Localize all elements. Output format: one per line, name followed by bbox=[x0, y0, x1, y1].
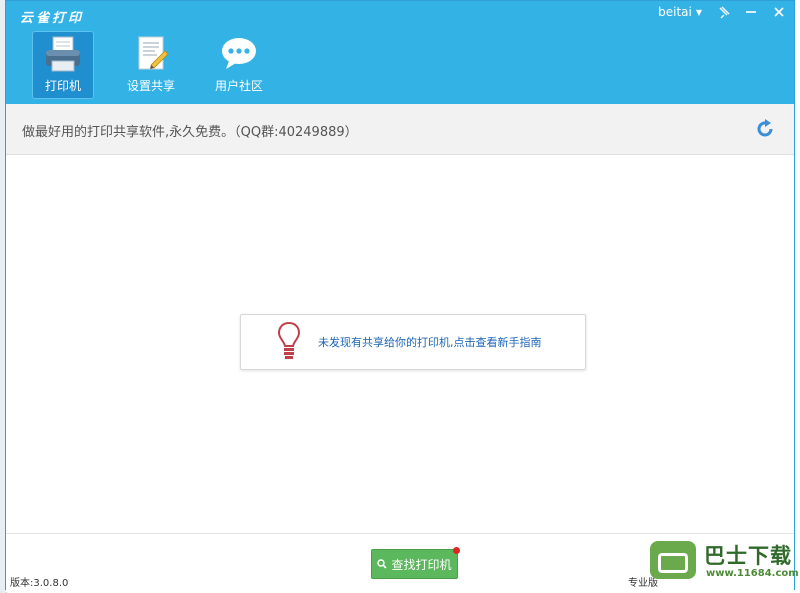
printer-icon bbox=[46, 36, 80, 72]
document-pen-icon bbox=[138, 36, 169, 70]
find-printer-label: 查找打印机 bbox=[391, 557, 452, 572]
watermark-logo-icon bbox=[650, 541, 696, 579]
site-watermark: 巴士下载 www.11684.com bbox=[650, 536, 799, 588]
nav-label: 用户社区 bbox=[214, 79, 263, 93]
nav-item-share-settings[interactable]: 设置共享 bbox=[120, 31, 182, 99]
app-window: 云雀打印 beitai ▼ 打印机 设置共享 用户社区 做最好用的打印共享软件,… bbox=[5, 0, 795, 592]
beginner-guide-link[interactable]: 未发现有共享给你的打印机,点击查看新手指南 bbox=[318, 334, 542, 350]
app-logo: 云雀打印 bbox=[20, 11, 85, 26]
dropdown-arrow-icon: ▼ bbox=[695, 7, 702, 17]
lightbulb-icon bbox=[277, 321, 301, 359]
nav-item-printer[interactable]: 打印机 bbox=[32, 31, 94, 99]
watermark-brand: 巴士下载 bbox=[704, 544, 792, 568]
window-controls: beitai ▼ bbox=[658, 5, 786, 19]
refresh-icon[interactable] bbox=[754, 118, 776, 140]
slogan-text: 做最好用的打印共享软件,永久免费。（QQ群:40249889） bbox=[22, 125, 358, 140]
nav-label: 打印机 bbox=[44, 79, 81, 93]
slogan-bar: 做最好用的打印共享软件,永久免费。（QQ群:40249889） bbox=[6, 104, 794, 155]
find-printer-button[interactable]: 查找打印机 bbox=[371, 547, 460, 579]
header-bar: 云雀打印 beitai ▼ 打印机 设置共享 用户社区 bbox=[6, 1, 794, 104]
username: beitai bbox=[658, 5, 692, 19]
minimize-icon[interactable] bbox=[744, 5, 758, 19]
search-icon bbox=[377, 559, 388, 569]
watermark-url: www.11684.com bbox=[706, 568, 799, 579]
nav-item-community[interactable]: 用户社区 bbox=[208, 31, 270, 99]
user-menu[interactable]: beitai ▼ bbox=[658, 5, 702, 19]
watermark-screen bbox=[658, 553, 688, 573]
no-printer-notice: 未发现有共享给你的打印机,点击查看新手指南 bbox=[240, 314, 586, 370]
notification-dot bbox=[453, 547, 460, 554]
version-text: 版本:3.0.8.0 bbox=[10, 578, 69, 589]
main-nav: 打印机 设置共享 用户社区 bbox=[32, 31, 270, 99]
nav-label: 设置共享 bbox=[126, 79, 175, 93]
pin-icon[interactable] bbox=[716, 5, 730, 19]
close-icon[interactable] bbox=[772, 5, 786, 19]
chat-bubble-icon bbox=[222, 38, 256, 69]
